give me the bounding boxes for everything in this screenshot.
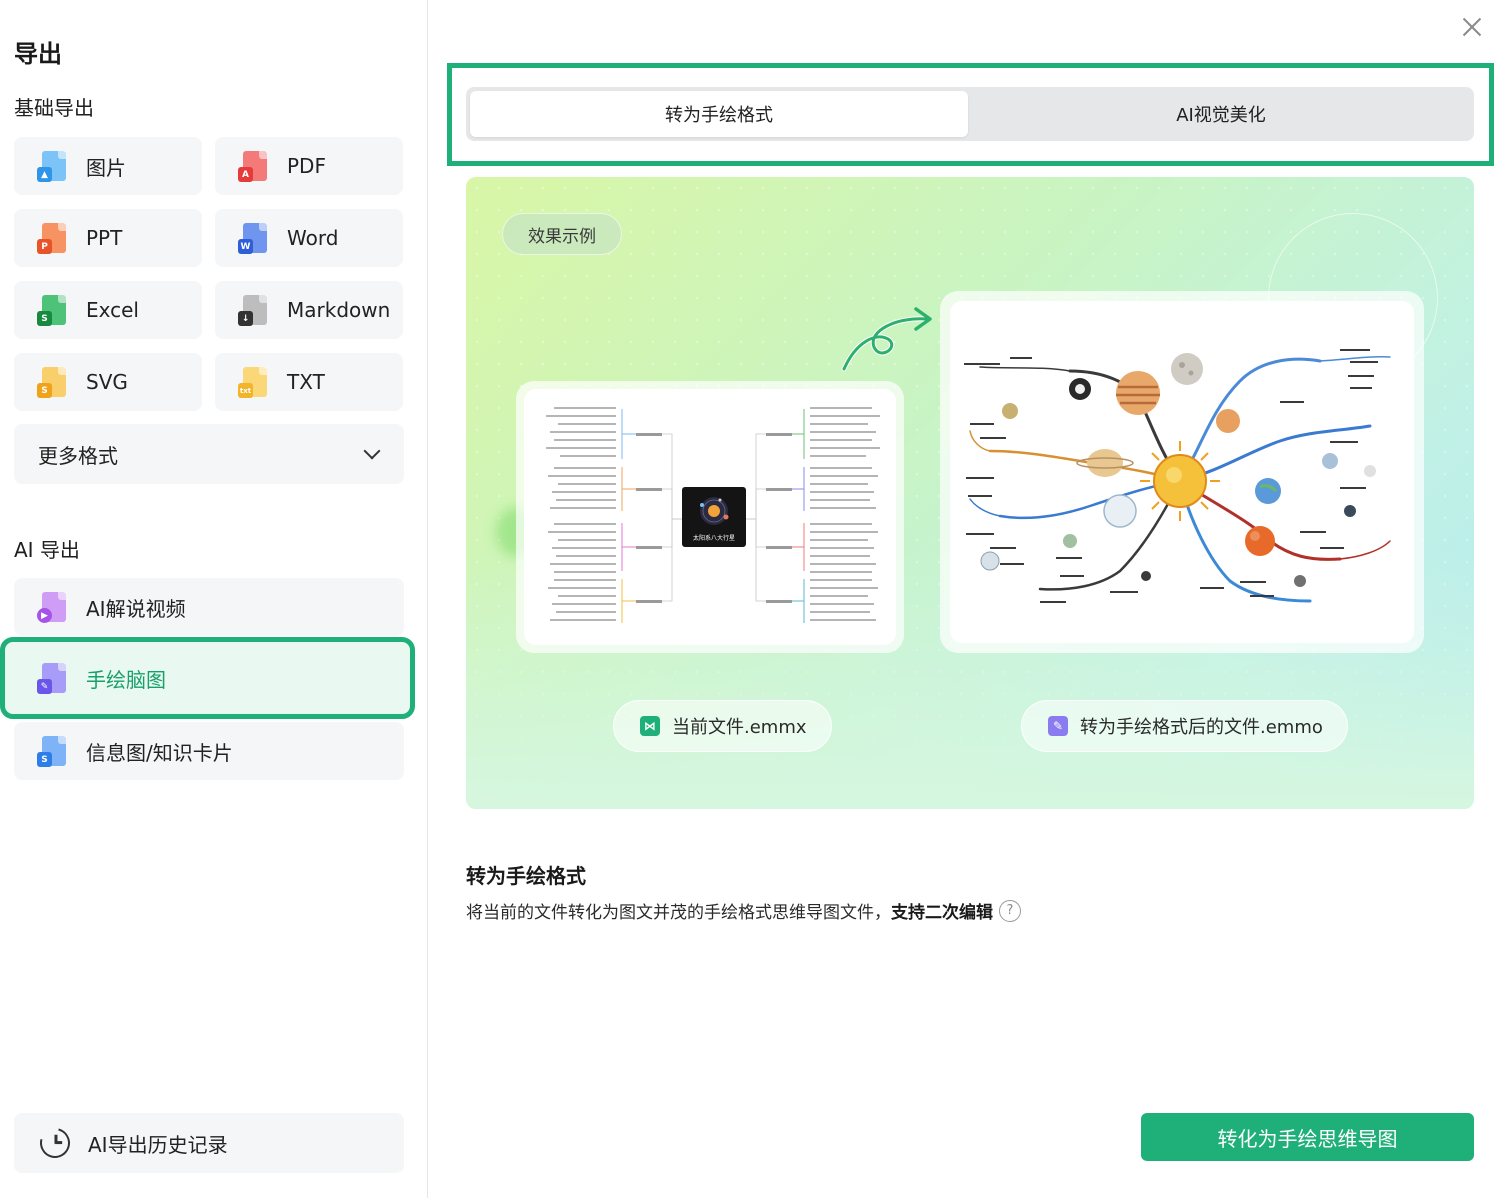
export-pdf-button[interactable]: A PDF: [215, 137, 403, 195]
more-formats-dropdown[interactable]: 更多格式: [14, 424, 404, 484]
txt-file-icon: txt: [238, 367, 269, 398]
ai-export-heading: AI 导出: [14, 538, 80, 562]
example-preview-panel: 效果示例 太阳系八大行星 ⋈ 当前文件.emmx ✎ 转为手绘格式后的文件.em…: [466, 177, 1474, 809]
center-node-label: 太阳系八大行星: [692, 535, 735, 542]
more-formats-label: 更多格式: [38, 443, 118, 468]
current-mindmap-preview: 太阳系八大行星: [516, 381, 904, 653]
ai-video-label: AI解说视频: [86, 596, 186, 621]
export-txt-label: TXT: [287, 370, 325, 394]
emmo-file-icon: ✎: [1048, 716, 1068, 736]
infographic-file-icon: S: [37, 736, 68, 767]
export-pdf-label: PDF: [287, 154, 326, 178]
export-image-button[interactable]: ▲ 图片: [14, 137, 202, 195]
video-file-icon: ▶: [37, 592, 68, 623]
export-ppt-button[interactable]: P PPT: [14, 209, 202, 267]
standard-mindmap-image: [546, 407, 880, 623]
excel-file-icon: S: [37, 295, 68, 326]
handdrawn-mindmap-label: 手绘脑图: [86, 667, 166, 692]
converted-file-badge: ✎ 转为手绘格式后的文件.emmo: [1021, 700, 1348, 752]
converted-file-name: 转为手绘格式后的文件.emmo: [1080, 717, 1323, 738]
handdrawn-mindmap-image: [964, 349, 1391, 603]
export-markdown-button[interactable]: ↓ Markdown: [215, 281, 403, 339]
example-label: 效果示例: [502, 213, 622, 255]
handdrawn-mindmap-button[interactable]: ✎ 手绘脑图: [0, 637, 415, 719]
basic-export-heading: 基础导出: [14, 96, 94, 120]
export-sidebar: 导出 基础导出 ▲ 图片 A PDF P PPT W Word S Excel …: [0, 0, 428, 1198]
convert-to-handdrawn-button[interactable]: 转化为手绘思维导图: [1141, 1113, 1474, 1161]
ai-video-button[interactable]: ▶ AI解说视频: [14, 578, 404, 636]
pdf-file-icon: A: [238, 151, 269, 182]
markdown-file-icon: ↓: [238, 295, 269, 326]
word-file-icon: W: [238, 223, 269, 254]
emmx-file-icon: ⋈: [640, 716, 660, 736]
ppt-file-icon: P: [37, 223, 68, 254]
image-file-icon: ▲: [37, 151, 68, 182]
export-txt-button[interactable]: txt TXT: [215, 353, 403, 411]
export-image-label: 图片: [86, 155, 126, 180]
curved-arrow-icon: [841, 307, 932, 372]
export-word-button[interactable]: W Word: [215, 209, 403, 267]
description-body: 将当前的文件转化为图文并茂的手绘格式思维导图文件，: [466, 903, 891, 923]
tab-ai-visual-beautify[interactable]: AI视觉美化: [972, 91, 1470, 137]
export-excel-button[interactable]: S Excel: [14, 281, 202, 339]
export-word-label: Word: [287, 226, 339, 250]
mode-tabs: 转为手绘格式 AI视觉美化: [466, 87, 1474, 141]
ai-export-history-button[interactable]: AI导出历史记录: [14, 1113, 404, 1173]
description-text: 将当前的文件转化为图文并茂的手绘格式思维导图文件， 支持二次编辑 ?: [466, 898, 1021, 923]
infographic-button[interactable]: S 信息图/知识卡片: [14, 722, 404, 780]
infographic-label: 信息图/知识卡片: [86, 740, 233, 765]
chevron-down-icon: [363, 442, 381, 460]
sidebar-title: 导出: [14, 40, 62, 68]
history-clock-icon: [34, 1122, 76, 1164]
export-excel-label: Excel: [86, 298, 139, 322]
handdrawn-mindmap-preview: [940, 291, 1424, 653]
svg-file-icon: S: [37, 367, 68, 398]
export-svg-label: SVG: [86, 370, 128, 394]
close-icon[interactable]: [1461, 16, 1483, 38]
tab-handdrawn-format[interactable]: 转为手绘格式: [470, 91, 968, 137]
export-ppt-label: PPT: [86, 226, 123, 250]
description-title: 转为手绘格式: [466, 864, 586, 888]
export-svg-button[interactable]: S SVG: [14, 353, 202, 411]
help-icon[interactable]: ?: [999, 899, 1021, 922]
current-file-badge: ⋈ 当前文件.emmx: [613, 700, 832, 752]
current-file-name: 当前文件.emmx: [672, 717, 807, 738]
description-highlight: 支持二次编辑: [891, 903, 993, 923]
handdrawn-file-icon: ✎: [37, 663, 68, 694]
ai-export-history-label: AI导出历史记录: [88, 1132, 228, 1157]
export-markdown-label: Markdown: [287, 298, 391, 322]
